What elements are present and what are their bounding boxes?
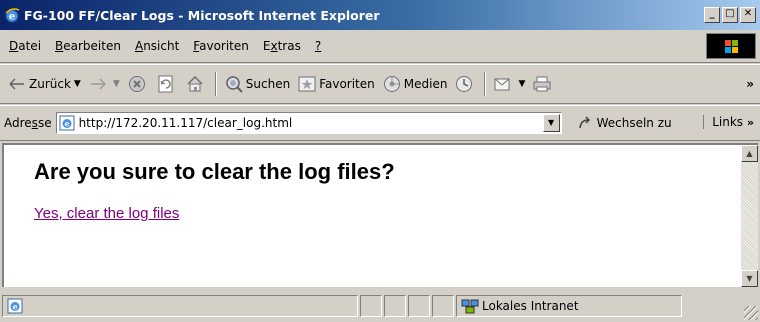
browser-viewport: Are you sure to clear the log files? Yes… [2, 143, 758, 287]
back-button[interactable]: Zurück ▼ [4, 71, 85, 97]
status-pane [432, 294, 454, 317]
scroll-down-button[interactable]: ▼ [741, 270, 758, 287]
maximize-button[interactable]: □ [722, 7, 738, 23]
menu-accel: D [9, 39, 19, 53]
media-button[interactable]: Medien [379, 71, 452, 97]
favorites-button[interactable]: Favoriten [294, 71, 379, 97]
back-label: Zurück [29, 77, 71, 91]
title-bar[interactable]: e FG-100 FF/Clear Logs - Microsoft Inter… [0, 0, 760, 30]
page-icon: e [59, 115, 75, 131]
ie-icon: e [4, 7, 20, 23]
favorites-label: Favoriten [319, 77, 375, 91]
mail-dropdown-icon[interactable]: ▼ [518, 79, 525, 89]
menu-extras[interactable]: Extras [256, 37, 308, 55]
home-icon [186, 75, 204, 93]
svg-text:e: e [12, 301, 17, 311]
forward-button[interactable]: ▼ [85, 71, 124, 97]
toolbar-separator [484, 72, 487, 96]
status-pane [384, 294, 406, 317]
menu-datei[interactable]: Datei [2, 37, 48, 55]
url-input[interactable] [78, 116, 519, 130]
menu-accel: A [134, 39, 144, 53]
links-label: Links [712, 115, 744, 129]
minimize-button[interactable]: _ [704, 7, 720, 23]
scroll-up-button[interactable]: ▲ [741, 145, 758, 162]
svg-text:e: e [64, 119, 69, 129]
back-dropdown-icon[interactable]: ▼ [74, 79, 81, 89]
home-button[interactable] [182, 71, 211, 97]
print-icon [533, 75, 551, 93]
window-title: FG-100 FF/Clear Logs - Microsoft Interne… [24, 7, 380, 23]
media-icon [383, 75, 401, 93]
menu-bar: Datei Bearbeiten Ansicht Favoriten Extra… [0, 30, 760, 63]
status-bar: e Lokales Intranet [0, 289, 760, 322]
links-button[interactable]: Links » [703, 115, 754, 129]
menu-favoriten[interactable]: Favoriten [186, 37, 256, 55]
close-button[interactable]: ✕ [740, 7, 756, 23]
menu-bearbeiten[interactable]: Bearbeiten [48, 37, 128, 55]
menu-label: avoriten [199, 39, 249, 53]
caption-buttons: _ □ ✕ [704, 7, 756, 23]
status-main-pane: e [2, 294, 358, 317]
web-page: Are you sure to clear the log files? Yes… [4, 145, 741, 287]
mail-button[interactable]: ▼ [490, 71, 529, 97]
go-arrow-icon [576, 114, 594, 132]
address-bar: Adresse e ▼ Wechseln zu Links » [0, 105, 760, 141]
intranet-icon [461, 297, 479, 315]
menu-ansicht[interactable]: Ansicht [128, 37, 186, 55]
search-button[interactable]: Suchen [221, 71, 294, 97]
history-button[interactable] [451, 71, 480, 97]
windows-logo-icon [706, 33, 756, 59]
stop-button[interactable] [124, 71, 153, 97]
menu-accel: x [270, 39, 278, 53]
address-label: Adresse [4, 116, 52, 130]
toolbar-separator [214, 72, 217, 96]
go-label: Wechseln zu [596, 116, 672, 130]
menu-label: tras [277, 39, 301, 53]
ie-page-icon: e [7, 298, 23, 314]
toolbar-more-chevron[interactable]: » [746, 77, 754, 91]
search-icon [225, 75, 243, 93]
address-dropdown-button[interactable]: ▼ [542, 114, 560, 132]
menu-accel: ? [314, 39, 322, 53]
stop-icon [128, 75, 146, 93]
address-label-post: se [37, 116, 52, 130]
links-more-chevron: » [746, 116, 754, 129]
menu-label: atei [18, 39, 42, 53]
media-label: Medien [403, 77, 448, 91]
resize-grip[interactable] [744, 306, 758, 320]
go-button[interactable]: Wechseln zu [576, 114, 672, 132]
standard-toolbar: Zurück ▼ ▼ Suchen Favoriten Medien ▼ » [0, 64, 760, 104]
svg-text:e: e [9, 12, 15, 23]
menu-label: nsicht [143, 39, 180, 53]
favorites-icon [298, 75, 316, 93]
status-pane [408, 294, 430, 317]
refresh-button[interactable] [153, 71, 182, 97]
back-arrow-icon [8, 75, 26, 93]
security-zone-label: Lokales Intranet [482, 298, 579, 313]
address-label-pre: Adre [4, 116, 32, 130]
mail-icon [494, 75, 512, 93]
refresh-icon [157, 75, 175, 93]
forward-dropdown-icon[interactable]: ▼ [113, 79, 120, 89]
security-zone-pane: Lokales Intranet [456, 294, 682, 317]
status-pane [360, 294, 382, 317]
vertical-scrollbar[interactable]: ▲ ▼ [741, 145, 758, 287]
history-icon [455, 75, 473, 93]
menu-help[interactable]: ? [308, 37, 328, 55]
menu-label: earbeiten [63, 39, 121, 53]
page-heading: Are you sure to clear the log files? [34, 159, 395, 184]
clear-logs-link[interactable]: Yes, clear the log files [34, 205, 179, 222]
print-button[interactable] [529, 71, 558, 97]
forward-arrow-icon [89, 75, 107, 93]
search-label: Suchen [245, 77, 291, 91]
address-field[interactable]: e ▼ [55, 112, 562, 134]
